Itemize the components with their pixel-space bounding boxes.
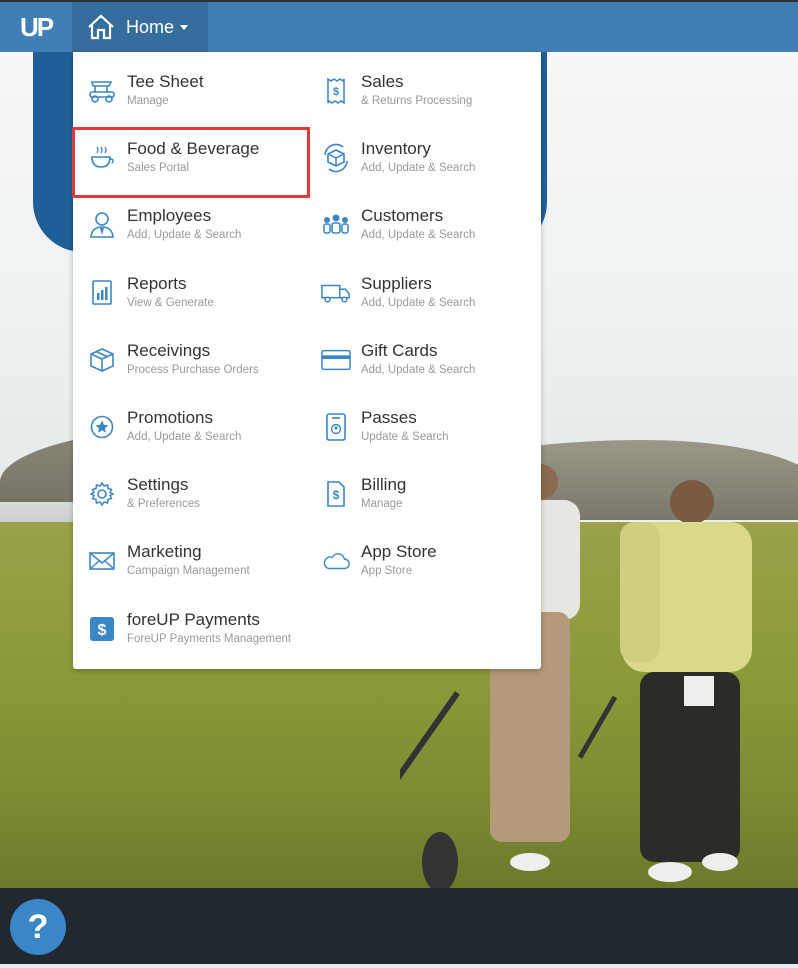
home-label: Home [126, 16, 175, 37]
menu-item-settings[interactable]: Settings & Preferences [73, 475, 307, 523]
menu-item-subtitle: & Returns Processing [361, 95, 473, 107]
menu-item-title: Receivings [127, 341, 211, 360]
chevron-down-icon [180, 24, 189, 30]
menu-item-title: Promotions [127, 408, 213, 427]
svg-text:$: $ [98, 622, 107, 639]
menu-item-subtitle: Add, Update & Search [127, 229, 242, 241]
menu-item-suppliers[interactable]: Suppliers Add, Update & Search [307, 274, 541, 322]
menu-item-title: Customers [361, 206, 444, 225]
menu-item-foreup-payments[interactable]: $ foreUP Payments ForeUP Payments Manage… [73, 610, 333, 658]
menu-item-passes[interactable]: Passes Update & Search [307, 408, 541, 456]
golf-cart-icon [87, 76, 117, 106]
truck-icon [321, 278, 351, 308]
gear-icon [87, 479, 117, 509]
menu-item-customers[interactable]: Customers Add, Update & Search [307, 206, 541, 254]
menu-item-title: Reports [127, 274, 187, 293]
receipt-icon: $ [321, 76, 351, 106]
customers-icon [321, 210, 351, 240]
menu-item-title: Inventory [361, 139, 431, 158]
menu-item-tee-sheet[interactable]: Tee Sheet Manage [73, 72, 307, 120]
menu-item-title: Sales [361, 72, 404, 91]
menu-item-subtitle: Process Purchase Orders [127, 364, 259, 376]
menu-item-subtitle: Manage [127, 95, 169, 107]
billing-icon: $ [321, 479, 351, 509]
report-icon [87, 278, 117, 308]
menu-item-subtitle: Add, Update & Search [127, 431, 242, 443]
dollar-square-icon: $ [87, 614, 117, 644]
menu-item-subtitle: Add, Update & Search [361, 364, 476, 376]
menu-item-promotions[interactable]: Promotions Add, Update & Search [73, 408, 307, 456]
menu-item-subtitle: Manage [361, 498, 403, 510]
menu-item-gift-cards[interactable]: Gift Cards Add, Update & Search [307, 341, 541, 389]
menu-item-inventory[interactable]: Inventory Add, Update & Search [307, 139, 541, 187]
menu-item-subtitle: Add, Update & Search [361, 229, 476, 241]
bottom-strip [0, 964, 798, 968]
menu-item-subtitle: Add, Update & Search [361, 297, 476, 309]
menu-item-subtitle: & Preferences [127, 498, 200, 510]
box-icon [87, 345, 117, 375]
svg-text:$: $ [333, 86, 339, 98]
credit-card-icon [321, 345, 351, 375]
menu-item-sales[interactable]: $ Sales & Returns Processing [307, 72, 541, 120]
menu-item-title: Passes [361, 408, 417, 427]
pass-icon [321, 412, 351, 442]
menu-item-title: Suppliers [361, 274, 432, 293]
menu-item-title: Gift Cards [361, 341, 438, 360]
top-navigation-bar: UP Home [0, 0, 798, 52]
home-dropdown-button[interactable]: Home [72, 2, 208, 52]
menu-item-title: Marketing [127, 542, 202, 561]
help-button[interactable]: ? [10, 899, 66, 955]
menu-item-title: Settings [127, 475, 189, 494]
menu-item-subtitle: App Store [361, 565, 413, 577]
cloud-icon [321, 546, 351, 576]
inventory-box-icon [321, 143, 351, 173]
menu-item-subtitle: View & Generate [127, 297, 214, 309]
footer-bar [0, 888, 798, 964]
menu-item-title: Tee Sheet [127, 72, 204, 91]
menu-item-subtitle: Add, Update & Search [361, 162, 476, 174]
envelope-icon [87, 546, 117, 576]
menu-item-subtitle: Campaign Management [127, 565, 250, 577]
menu-item-marketing[interactable]: Marketing Campaign Management [73, 542, 307, 590]
menu-item-title: Billing [361, 475, 407, 494]
menu-item-reports[interactable]: Reports View & Generate [73, 274, 307, 322]
menu-item-subtitle: Update & Search [361, 431, 449, 443]
svg-text:$: $ [333, 488, 340, 502]
menu-item-subtitle: ForeUP Payments Management [127, 633, 292, 645]
highlight-box [72, 127, 310, 198]
menu-item-title: App Store [361, 542, 437, 561]
menu-item-employees[interactable]: Employees Add, Update & Search [73, 206, 307, 254]
menu-item-title: foreUP Payments [127, 610, 260, 629]
menu-item-receivings[interactable]: Receivings Process Purchase Orders [73, 341, 307, 389]
employee-icon [87, 210, 117, 240]
menu-item-billing[interactable]: $ Billing Manage [307, 475, 541, 523]
menu-item-app-store[interactable]: App Store App Store [307, 542, 541, 590]
foreup-logo[interactable]: UP [0, 2, 72, 52]
house-icon [86, 14, 116, 40]
menu-item-title: Employees [127, 206, 212, 225]
star-badge-icon [87, 412, 117, 442]
